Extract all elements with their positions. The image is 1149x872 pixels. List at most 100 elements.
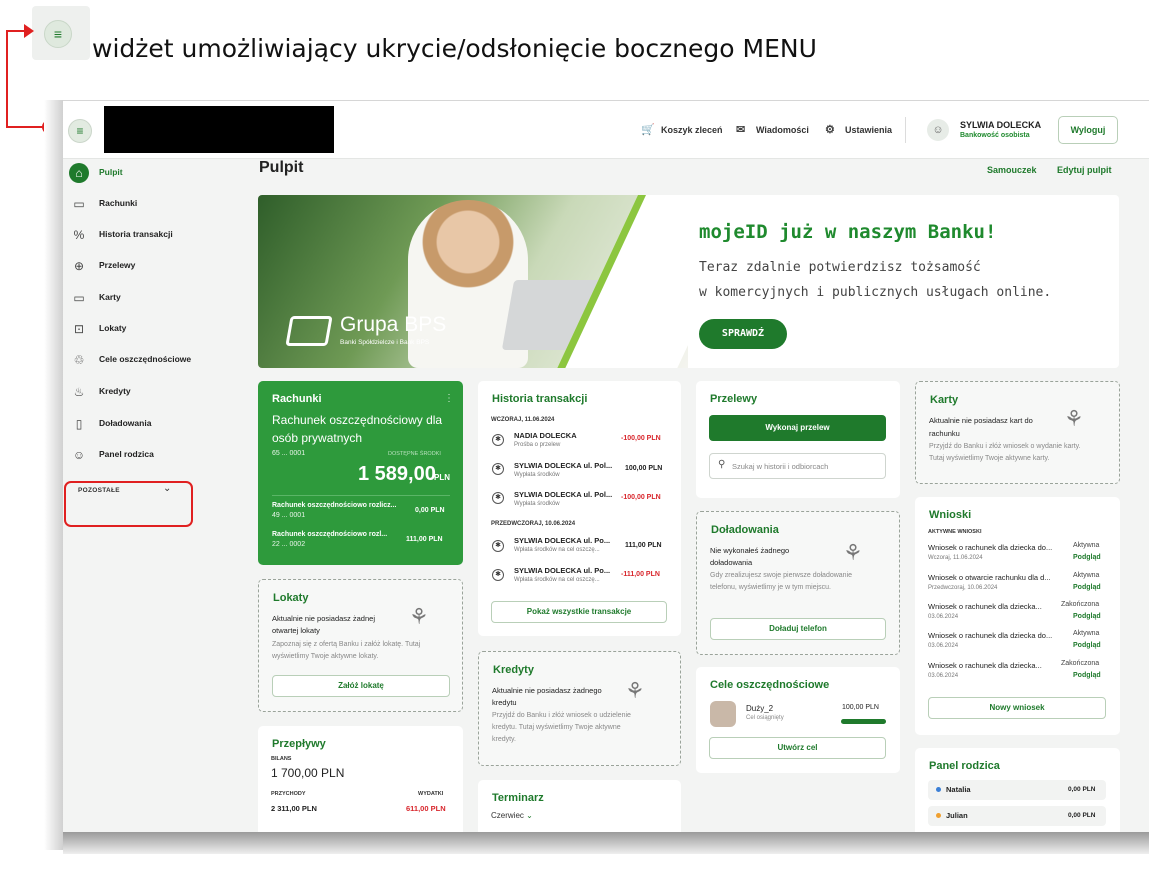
transfer-icon: ⊕ <box>73 259 85 273</box>
more-options-icon[interactable]: ⋮ <box>444 393 454 404</box>
sidebar-item-label: Karty <box>99 292 121 302</box>
sidebar-item-rachunki[interactable]: ▭ Rachunki <box>63 192 248 216</box>
annotation-caption: widżet umożliwiający ukrycie/odsłonięcie… <box>92 34 817 63</box>
preview-link[interactable]: Podgląd <box>1073 584 1101 591</box>
cart-link[interactable]: 🛒 Koszyk zleceń <box>641 123 723 136</box>
empty-state-icon: ⚘ <box>843 540 863 565</box>
application-date: Przedwczoraj, 10.06.2024 <box>928 585 998 591</box>
transfers-card: Przelewy Wykonaj przelew ⚲ Szukaj w hist… <box>696 381 900 498</box>
settings-link[interactable]: ⚙ Ustawienia <box>825 123 892 136</box>
frame-shadow <box>63 832 1149 854</box>
info-text: Gdy zrealizujesz swoje pierwsze doładowa… <box>710 572 853 579</box>
preview-link[interactable]: Podgląd <box>1073 613 1101 620</box>
sidebar-item-kredyty[interactable]: ♨ Kredyty <box>63 380 248 404</box>
home-icon: ⌂ <box>69 163 89 183</box>
application-name[interactable]: Wniosek o rachunek dla dziecka do... <box>928 631 1052 640</box>
application-date: 03.06.2024 <box>928 673 959 679</box>
sidebar-item-label: Pulpit <box>99 167 123 177</box>
card-title: Doładowania <box>711 524 779 536</box>
banner-check-button[interactable]: SPRAWDŹ <box>699 319 787 349</box>
sidebar-item-doladowania[interactable]: ▯ Doładowania <box>63 412 248 436</box>
topup-phone-button[interactable]: Doładuj telefon <box>710 618 886 640</box>
user-icon[interactable]: ☺ <box>927 119 949 141</box>
annotation-highlight-box <box>64 481 193 527</box>
make-transfer-button[interactable]: Wykonaj przelew <box>709 415 886 441</box>
logout-button[interactable]: Wyloguj <box>1058 116 1118 144</box>
transaction-name[interactable]: SYLWIA DOLECKA ul. Po... <box>514 536 610 545</box>
transaction-name[interactable]: SYLWIA DOLECKA ul. Po... <box>514 566 610 575</box>
goal-image <box>710 701 736 727</box>
sidebar-item-lokaty[interactable]: ⊡ Lokaty <box>63 317 248 341</box>
preview-link[interactable]: Podgląd <box>1073 642 1101 649</box>
info-text: Zapoznaj się z ofertą Banku i załóż loka… <box>272 641 421 648</box>
accounts-card[interactable]: Rachunki ⋮ Rachunek oszczędnościowy dla … <box>258 381 463 565</box>
card-title: Rachunki <box>272 393 322 405</box>
sidebar-item-historia[interactable]: % Historia transakcji <box>63 223 248 247</box>
child-row[interactable]: Natalia 0,00 PLN <box>928 780 1106 800</box>
menu-toggle-button[interactable]: ≡ <box>68 119 92 143</box>
transaction-name[interactable]: SYLWIA DOLECKA ul. Pol... <box>514 490 612 499</box>
child-row[interactable]: Julian 0,00 PLN <box>928 806 1106 826</box>
sub-account-name[interactable]: Rachunek oszczędnościowo rozl... <box>272 531 387 538</box>
month-select[interactable]: Czerwiec ⌄ <box>491 811 533 820</box>
application-name[interactable]: Wniosek o rachunek dla dziecka... <box>928 661 1042 670</box>
edit-dashboard-link[interactable]: Edytuj pulpit <box>1057 165 1112 175</box>
sidebar-item-label: Kredyty <box>99 386 131 396</box>
preview-link[interactable]: Podgląd <box>1073 554 1101 561</box>
application-name[interactable]: Wniosek o rachunek dla dziecka... <box>928 602 1042 611</box>
transaction-name[interactable]: SYLWIA DOLECKA ul. Pol... <box>514 461 612 470</box>
cart-icon: 🛒 <box>641 124 655 136</box>
transaction-desc: Prośba o przelew <box>514 442 561 448</box>
transaction-icon: ✱ <box>492 434 504 446</box>
empty-message: doładowania <box>710 558 753 567</box>
search-input[interactable]: ⚲ Szukaj w historii i odbiorcach <box>709 453 886 479</box>
user-profile-type: Bankowość osobista <box>960 132 1030 139</box>
tutorial-link[interactable]: Samouczek <box>987 165 1037 175</box>
application-name[interactable]: Wniosek o otwarcie rachunku dla d... <box>928 573 1051 582</box>
empty-message: Aktualnie nie posiadasz żadnej <box>272 614 375 623</box>
card-title: Lokaty <box>273 592 309 604</box>
open-deposit-button[interactable]: Załóż lokatę <box>272 675 450 697</box>
application-status: Aktywna <box>1073 542 1100 549</box>
sidebar-item-przelewy[interactable]: ⊕ Przelewy <box>63 254 248 278</box>
search-placeholder: Szukaj w historii i odbiorcach <box>732 462 829 471</box>
deposit-icon: ⊡ <box>73 322 85 336</box>
account-name: osób prywatnych <box>272 431 363 445</box>
banner-headline: mojeID już w naszym Banku! <box>699 221 997 243</box>
sidebar-item-label: Rachunki <box>99 198 138 208</box>
promo-banner[interactable]: Grupa BPS Banki Spółdzielcze i Bank BPS … <box>258 195 1119 368</box>
history-icon: % <box>73 228 85 242</box>
child-balance: 0,00 PLN <box>1068 812 1096 819</box>
sidebar-item-pulpit[interactable]: ⌂ Pulpit <box>63 161 248 185</box>
new-application-button[interactable]: Nowy wniosek <box>928 697 1106 719</box>
preview-link[interactable]: Podgląd <box>1073 672 1101 679</box>
messages-link[interactable]: ✉ Wiadomości <box>736 123 809 136</box>
application-name[interactable]: Wniosek o rachunek dla dziecka do... <box>928 543 1052 552</box>
savings-goals-card: Cele oszczędnościowe Duży_2 Cel osiągnię… <box>696 667 900 773</box>
cart-label: Koszyk zleceń <box>661 125 723 135</box>
goal-progress-track <box>841 719 886 724</box>
divider <box>905 117 906 143</box>
transaction-desc: Wypłata środków <box>514 472 560 478</box>
empty-message: Aktualnie nie posiadasz żadnego <box>492 686 602 695</box>
banner-text: Teraz zdalnie potwierdzisz tożsamość <box>699 260 981 275</box>
child-color-dot <box>936 813 941 818</box>
transaction-name[interactable]: NADIA DOLECKA <box>514 431 577 440</box>
sidebar-item-panel-rodzica[interactable]: ☺ Panel rodzica <box>63 443 248 467</box>
child-color-dot <box>936 787 941 792</box>
info-text: telefonu, wyświetlimy je w tym miejscu. <box>710 584 831 591</box>
create-goal-button[interactable]: Utwórz cel <box>709 737 886 759</box>
sidebar-item-cele[interactable]: ♲ Cele oszczędnościowe <box>63 348 248 372</box>
sidebar-item-label: Przelewy <box>99 260 136 270</box>
account-number: 65 ... 0001 <box>272 450 306 457</box>
expense-value: 611,00 PLN <box>406 804 446 813</box>
goal-name[interactable]: Duży_2 <box>746 704 773 713</box>
user-name[interactable]: SYLWIA DOLECKA <box>960 120 1041 130</box>
transaction-desc: Wypłata środków <box>514 501 560 507</box>
show-all-transactions-button[interactable]: Pokaż wszystkie transakcje <box>491 601 667 623</box>
calendar-card: Terminarz Czerwiec ⌄ <box>478 780 681 832</box>
sidebar-item-label: Doładowania <box>99 418 152 428</box>
sidebar-item-karty[interactable]: ▭ Karty <box>63 286 248 310</box>
sub-account-name[interactable]: Rachunek oszczędnościowo rozlicz... <box>272 502 396 509</box>
card-title: Terminarz <box>492 792 544 804</box>
